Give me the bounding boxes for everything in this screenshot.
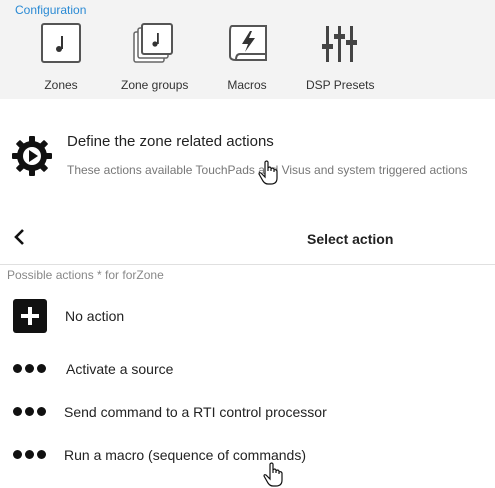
action-label: No action <box>65 308 125 324</box>
tool-macros-label: Macros <box>227 78 267 92</box>
chevron-left-icon <box>14 229 24 245</box>
tool-zones-label: Zones <box>44 78 78 92</box>
hand-cursor-icon <box>258 160 280 186</box>
tool-dsp-presets-label: DSP Presets <box>306 78 375 92</box>
more-dots-icon <box>13 364 47 374</box>
back-button[interactable] <box>10 226 30 248</box>
tool-dsp-presets[interactable]: DSP Presets <box>306 22 374 92</box>
more-dots-icon <box>13 450 47 460</box>
macro-scroll-icon <box>226 22 270 66</box>
action-label: Activate a source <box>66 361 174 377</box>
tool-zones[interactable]: Zones <box>40 22 82 92</box>
action-label: Send command to a RTI control processor <box>64 404 327 420</box>
tool-zone-groups[interactable]: Zone groups <box>121 22 189 92</box>
configuration-toolbar: Configuration Zones Zone groups Macros D… <box>0 0 495 99</box>
action-send-rti-command[interactable]: Send command to a RTI control processor <box>0 392 495 432</box>
hand-cursor-icon <box>263 462 285 488</box>
music-stack-icon <box>132 22 176 66</box>
action-run-macro[interactable]: Run a macro (sequence of commands) <box>0 435 495 475</box>
action-no-action[interactable]: No action <box>0 296 495 336</box>
possible-actions-header: Possible actions * for forZone <box>7 268 164 282</box>
tool-macros[interactable]: Macros <box>226 22 268 92</box>
define-section <box>0 100 495 220</box>
action-label: Run a macro (sequence of commands) <box>64 447 306 463</box>
define-title: Define the zone related actions <box>67 133 274 150</box>
plus-square-icon <box>13 299 47 333</box>
music-note-icon <box>40 22 84 66</box>
tool-zone-groups-label: Zone groups <box>121 78 189 92</box>
action-activate-source[interactable]: Activate a source <box>0 349 495 389</box>
gear-play-icon <box>11 135 53 177</box>
sliders-icon <box>318 22 362 66</box>
configuration-title: Configuration <box>15 3 87 17</box>
header-divider <box>0 264 495 265</box>
select-action-title: Select action <box>307 231 394 247</box>
more-dots-icon <box>13 407 47 417</box>
